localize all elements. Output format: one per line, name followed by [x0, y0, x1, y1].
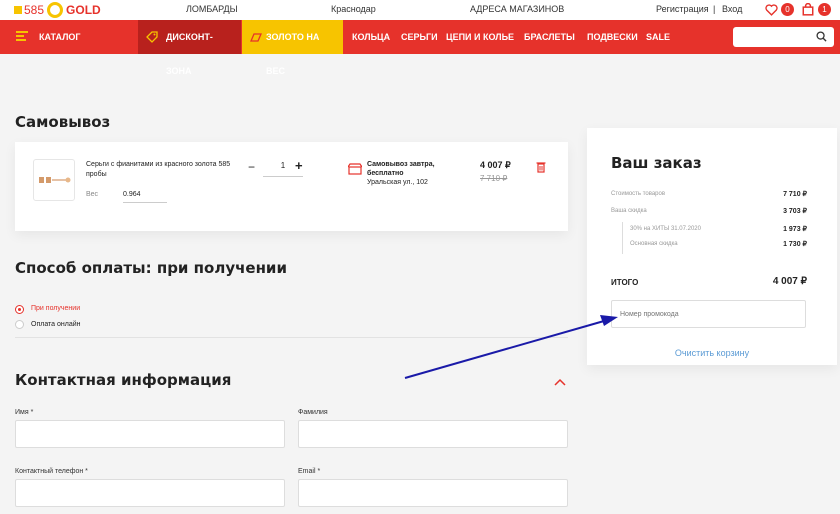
delivery-text: Самовывоз завтра, бесплатно [367, 161, 435, 177]
logo-bar-icon [14, 6, 22, 14]
nav-earrings[interactable]: СЕРЬГИ [401, 20, 438, 54]
chevron-up-icon[interactable] [554, 378, 566, 386]
nav-catalog[interactable]: КАТАЛОГ [39, 20, 81, 54]
contact-title: Контактная информация [15, 371, 232, 389]
cart-count-badge: 1 [818, 3, 831, 16]
base-discount-value: 1 730 ₽ [783, 241, 807, 248]
total-value: 4 007 ₽ [772, 276, 807, 287]
logo-ring-icon [47, 2, 64, 18]
search-icon[interactable] [816, 31, 827, 42]
goods-cost-label: Стоимость товаров [611, 191, 666, 197]
nav-discount-label: ДИСКОНТ-ЗОНА [166, 32, 213, 76]
tag-icon [146, 31, 158, 43]
surname-label: Фамилия [298, 409, 328, 416]
search-input[interactable] [733, 27, 834, 47]
discount-hits-value: 1 973 ₽ [783, 226, 807, 233]
payment-title: Способ оплаты: при получении [15, 259, 287, 277]
payment-option-on-delivery[interactable]: При получении [31, 305, 80, 312]
heart-icon[interactable] [765, 4, 778, 16]
discount-value: 3 703 ₽ [783, 208, 807, 215]
delivery-address: Уральская ул., 102 [367, 179, 428, 186]
order-title: Ваш заказ [611, 154, 702, 172]
pickup-title: Самовывоз [15, 113, 111, 131]
discount-hits-label: 30% на ХИТЫ 31.07.2020 [630, 226, 701, 232]
email-label: Email * [298, 468, 321, 475]
gold-bar-icon [250, 33, 262, 42]
cart-icon[interactable] [802, 3, 814, 16]
name-label: Имя * [15, 409, 34, 416]
qty-minus-button[interactable]: − [248, 160, 255, 174]
surname-field[interactable] [298, 420, 568, 448]
nav-gold-weight-label: ЗОЛОТО НА ВЕС [266, 32, 320, 76]
menu-icon[interactable] [16, 31, 28, 41]
cart-item-card: Серьги с фианитами из красного золота 58… [15, 142, 568, 231]
order-summary-card: Ваш заказ Стоимость товаров 7 710 ₽ Ваша… [587, 128, 837, 365]
weight-value: 0.964 [123, 191, 167, 203]
logo[interactable]: 585 GOLD [14, 2, 101, 18]
logo-number: 585 [24, 3, 45, 17]
discount-tree-line [622, 222, 623, 254]
total-label: ИТОГО [611, 278, 639, 287]
logo-text: GOLD [66, 3, 101, 17]
favorites-count-badge: 0 [781, 3, 794, 16]
nav-rings[interactable]: КОЛЬЦА [352, 20, 390, 54]
current-price: 4 007 ₽ [480, 160, 511, 170]
link-pawnshops[interactable]: ЛОМБАРДЫ [186, 4, 238, 14]
store-icon [348, 163, 362, 175]
qty-plus-button[interactable]: + [295, 158, 303, 173]
clear-cart-link[interactable]: Очистить корзину [587, 348, 837, 358]
nav-sale[interactable]: SALE [646, 20, 670, 54]
discount-label: Ваша скидка [611, 208, 647, 214]
weight-label: Вес [86, 191, 99, 198]
phone-field[interactable] [15, 479, 285, 507]
header-separator: | [713, 4, 716, 14]
radio-on-delivery[interactable] [15, 305, 24, 314]
top-bar: 585 GOLD ЛОМБАРДЫ Краснодар АДРЕСА МАГАЗ… [0, 0, 840, 20]
nav-chains[interactable]: ЦЕПИ И КОЛЬЕ [446, 20, 514, 54]
name-field[interactable] [15, 420, 285, 448]
product-image[interactable] [33, 159, 75, 201]
trash-icon[interactable] [536, 161, 546, 173]
main-nav: КАТАЛОГ ДИСКОНТ-ЗОНА ЗОЛОТО НА ВЕС КОЛЬЦ… [0, 20, 840, 76]
link-register[interactable]: Регистрация [656, 4, 709, 14]
link-login[interactable]: Вход [722, 4, 742, 14]
nav-bracelets[interactable]: БРАСЛЕТЫ [524, 20, 575, 54]
product-name[interactable]: Серьги с фианитами из красного золота 58… [86, 160, 236, 180]
radio-online[interactable] [15, 320, 24, 329]
old-price: 7 710 ₽ [480, 174, 508, 183]
divider [15, 337, 568, 338]
email-field[interactable] [298, 479, 568, 507]
payment-option-online[interactable]: Оплата онлайн [31, 321, 81, 328]
link-city[interactable]: Краснодар [331, 4, 376, 14]
phone-label: Контактный телефон * [15, 468, 88, 475]
base-discount-label: Основная скидка [630, 241, 678, 247]
nav-pendants[interactable]: ПОДВЕСКИ [587, 20, 638, 54]
promo-code-input[interactable] [611, 300, 806, 328]
link-store-addresses[interactable]: АДРЕСА МАГАЗИНОВ [470, 4, 564, 14]
earrings-icon [39, 177, 71, 183]
goods-cost-value: 7 710 ₽ [783, 191, 807, 198]
